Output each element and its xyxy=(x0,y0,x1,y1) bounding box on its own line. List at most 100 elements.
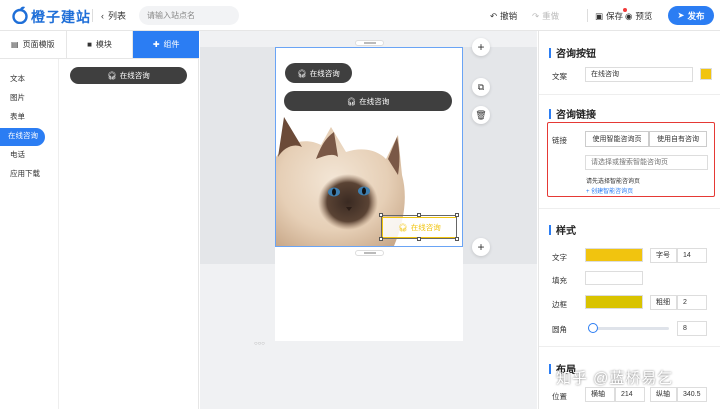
redo-label: 重做 xyxy=(542,11,560,21)
copy-label: 文案 xyxy=(552,72,567,81)
page-indicator: ○○○ xyxy=(254,341,265,347)
fill-color-swatch[interactable] xyxy=(585,271,643,285)
cube-icon: ■ xyxy=(87,40,92,49)
category-list: 文本 图片 表单 在线咨询 电话 应用下载 xyxy=(0,59,59,409)
layout-icon: ▤ xyxy=(11,40,19,49)
use-own-consult-button[interactable]: 使用自有咨询 xyxy=(649,131,707,147)
consult-button-selected[interactable]: 🎧︎ 在线咨询 xyxy=(382,217,457,238)
divider xyxy=(587,9,588,22)
save-button[interactable]: ▣ 保存 xyxy=(595,8,628,22)
font-size-input[interactable]: 14 xyxy=(677,248,707,263)
tab-components[interactable]: ✚ 组件 xyxy=(133,31,200,58)
tab-label: 模块 xyxy=(95,40,112,49)
tab-label: 页面模版 xyxy=(22,40,55,49)
panel-tabs: ▤ 页面模版 ■ 模块 ✚ 组件 xyxy=(0,31,200,59)
component-label: 在线咨询 xyxy=(119,71,150,80)
site-search-input[interactable] xyxy=(139,6,239,25)
create-smart-consult-link[interactable]: + 创建智能咨询页 xyxy=(586,186,633,195)
headset-icon: 🎧︎ xyxy=(107,71,117,80)
use-smart-consult-page-button[interactable]: 使用智能咨询页 xyxy=(585,131,649,147)
logo-text: 橙子建站 xyxy=(31,9,91,25)
consult-button-small[interactable]: 🎧︎ 在线咨询 xyxy=(285,63,352,83)
add-section-below-button[interactable]: + xyxy=(472,238,490,256)
top-bar: 橙子建站 ‹ 列表 ↶ 撤销 ↷ 重做 ▣ 保存 ◉ 预览 ➤ 发布 xyxy=(0,0,720,31)
x-axis-label: 横轴 xyxy=(585,387,615,402)
button-label: 在线咨询 xyxy=(359,96,390,106)
category-online-consult[interactable]: 在线咨询 xyxy=(0,128,45,146)
back-to-list-button[interactable]: ‹ 列表 xyxy=(101,9,126,22)
redo-button[interactable]: ↷ 重做 xyxy=(532,10,559,22)
undo-icon: ↶ xyxy=(490,10,498,21)
position-label: 位置 xyxy=(552,392,567,401)
category-image[interactable]: 图片 xyxy=(0,90,58,108)
undo-button[interactable]: ↶ 撤销 xyxy=(490,10,517,22)
tab-label: 组件 xyxy=(163,40,180,49)
copy-section-button[interactable]: ⧉ xyxy=(472,78,490,96)
divider xyxy=(92,9,93,22)
plus-icon: + xyxy=(477,240,485,254)
plus-icon: + xyxy=(477,40,485,54)
divider xyxy=(539,94,720,95)
radius-slider-track[interactable] xyxy=(593,327,669,330)
text-color-swatch[interactable] xyxy=(585,248,643,262)
y-axis-input[interactable]: 340.5 xyxy=(677,387,707,402)
radius-input[interactable]: 8 xyxy=(677,321,707,336)
consult-component-item[interactable]: 🎧︎ 在线咨询 xyxy=(70,67,187,84)
border-width-label: 粗细 xyxy=(650,295,677,310)
headset-icon: 🎧︎ xyxy=(398,223,408,232)
fill-label: 填充 xyxy=(552,276,567,285)
copy-color-swatch[interactable] xyxy=(700,68,712,80)
font-size-label: 字号 xyxy=(650,248,677,263)
watermark: 知乎 @蓝桥易乞 xyxy=(556,370,674,387)
puzzle-icon: ✚ xyxy=(152,40,160,49)
publish-label: 发布 xyxy=(687,10,705,21)
border-color-swatch[interactable] xyxy=(585,295,643,309)
headset-icon: 🎧︎ xyxy=(346,96,357,106)
properties-panel: 咨询按钮 文案 在线咨询 咨询链接 链接 使用智能咨询页 使用自有咨询 请先选择… xyxy=(538,31,720,409)
preview-button[interactable]: ◉ 预览 xyxy=(625,10,652,22)
button-label: 在线咨询 xyxy=(410,223,441,232)
section-drag-handle-bottom[interactable] xyxy=(355,250,384,256)
border-label: 边框 xyxy=(552,300,567,309)
y-axis-label: 纵轴 xyxy=(650,387,677,402)
category-app-download[interactable]: 应用下载 xyxy=(0,166,58,184)
trash-icon: 🗑︎ xyxy=(475,109,487,120)
copy-icon: ⧉ xyxy=(477,81,485,92)
undo-label: 撤销 xyxy=(500,11,518,21)
text-color-label: 文字 xyxy=(552,253,567,262)
section-drag-handle-top[interactable] xyxy=(355,40,384,46)
back-label: 列表 xyxy=(108,11,127,21)
category-text[interactable]: 文本 xyxy=(0,71,58,89)
button-label: 在线咨询 xyxy=(309,68,340,78)
add-section-button[interactable]: + xyxy=(472,38,490,56)
link-label: 链接 xyxy=(552,136,567,145)
divider xyxy=(539,208,720,209)
tab-templates[interactable]: ▤ 页面模版 xyxy=(0,31,67,58)
x-axis-input[interactable]: 214 xyxy=(615,387,645,402)
save-icon: ▣ xyxy=(595,10,604,21)
logo-icon xyxy=(12,6,28,24)
radius-label: 圆角 xyxy=(552,325,567,334)
divider xyxy=(539,346,720,347)
border-width-input[interactable]: 2 xyxy=(677,295,707,310)
left-panel: ▤ 页面模版 ■ 模块 ✚ 组件 文本 图片 表单 在线咨询 电话 应用下载 🎧… xyxy=(0,31,200,409)
save-label: 保存 xyxy=(606,11,624,21)
category-form[interactable]: 表单 xyxy=(0,109,58,127)
category-phone[interactable]: 电话 xyxy=(0,147,58,165)
consult-button-wide[interactable]: 🎧︎ 在线咨询 xyxy=(284,91,452,111)
send-icon: ➤ xyxy=(677,10,685,20)
headset-icon: 🎧︎ xyxy=(297,68,307,78)
redo-icon: ↷ xyxy=(532,10,540,21)
smart-consult-page-select[interactable] xyxy=(585,155,708,170)
link-hint: 请先选择智能咨询页 xyxy=(586,179,641,185)
copy-input[interactable]: 在线咨询 xyxy=(585,67,693,82)
publish-button[interactable]: ➤ 发布 xyxy=(668,6,714,25)
eye-icon: ◉ xyxy=(625,10,633,21)
radius-slider-knob[interactable] xyxy=(588,323,598,333)
preview-label: 预览 xyxy=(635,11,653,21)
tab-modules[interactable]: ■ 模块 xyxy=(67,31,134,58)
chevron-left-icon: ‹ xyxy=(101,10,104,21)
delete-section-button[interactable]: 🗑︎ xyxy=(472,106,490,124)
section-title-consult-button: 咨询按钮 xyxy=(549,45,596,60)
section-title-consult-link: 咨询链接 xyxy=(549,106,596,121)
